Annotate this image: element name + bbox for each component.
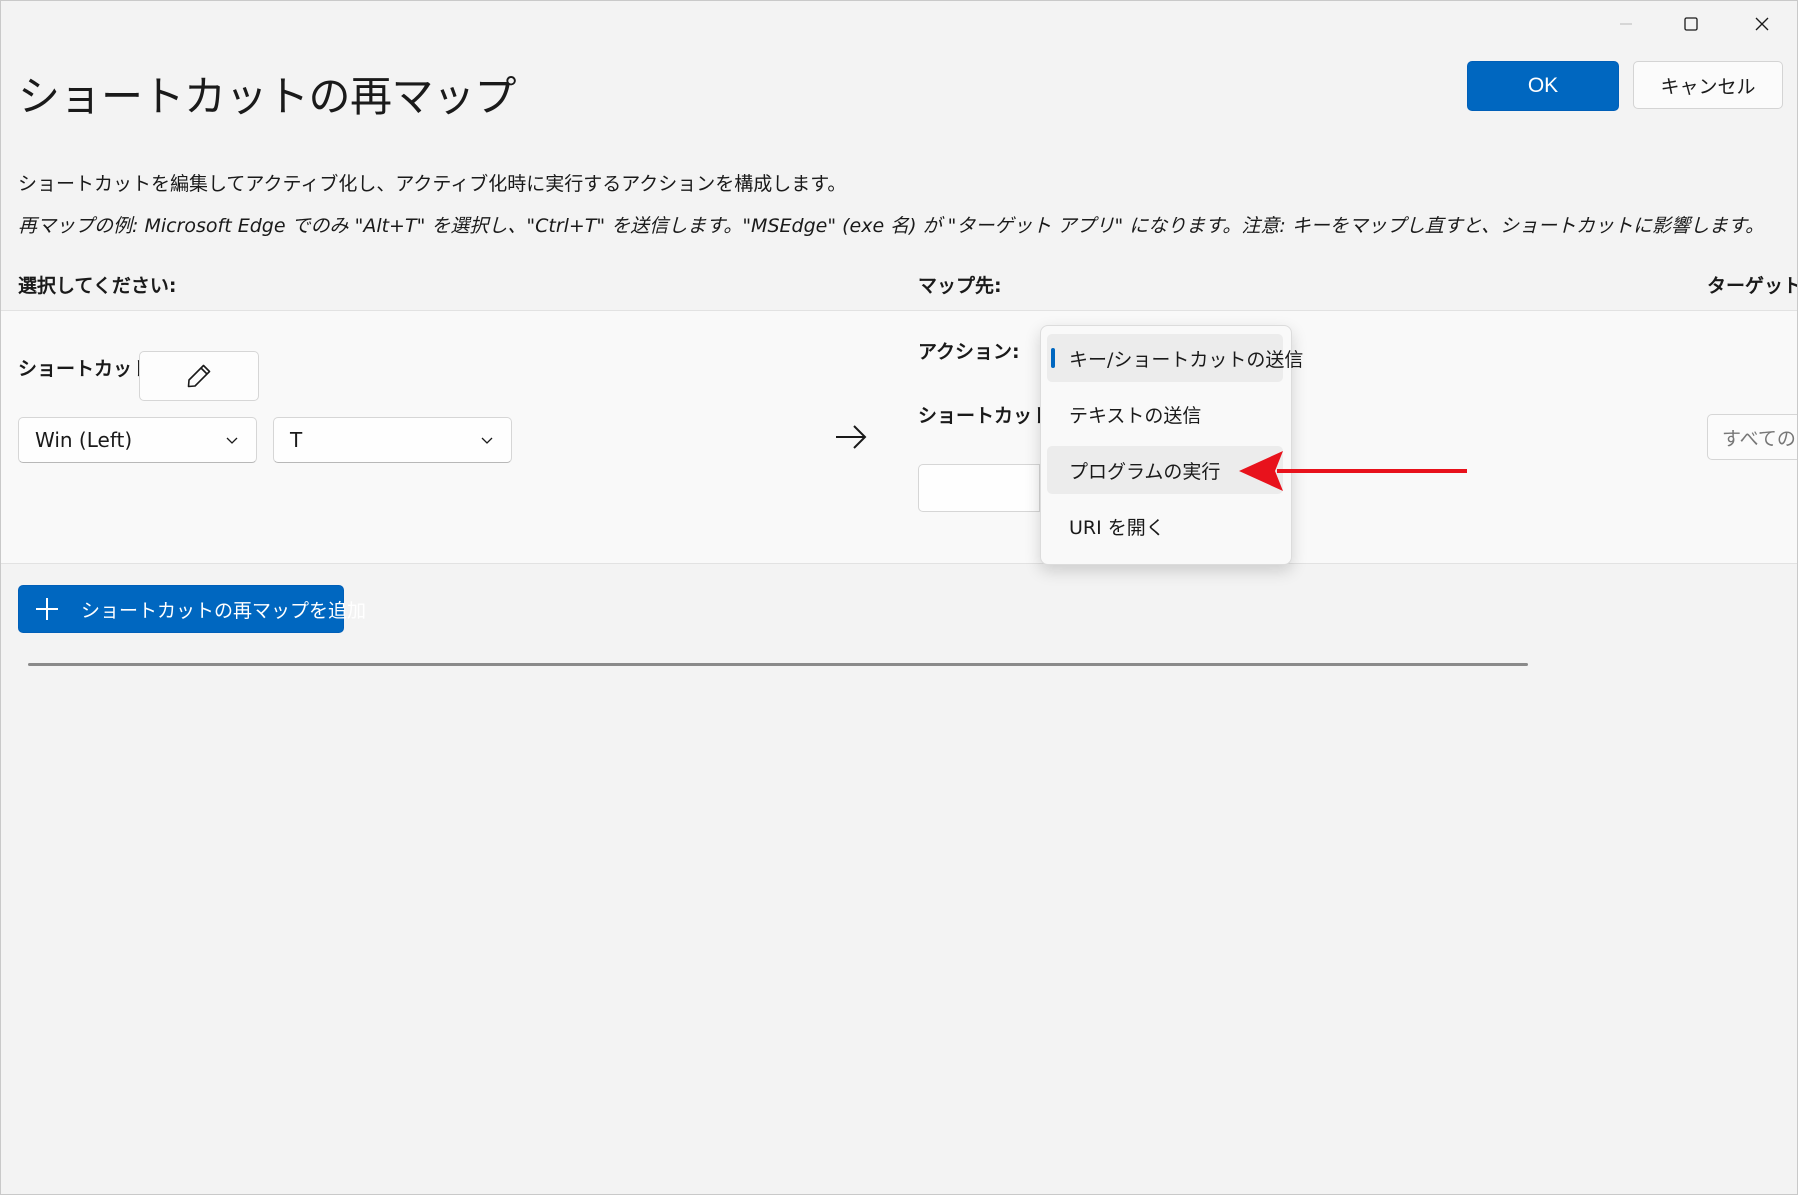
red-arrow-annotation [1239, 451, 1467, 491]
column-header-select: 選択してください: [18, 275, 177, 297]
key2-value: T [290, 428, 303, 452]
action-option-label: プログラムの実行 [1069, 460, 1221, 483]
action-option-label: キー/ショートカットの送信 [1069, 348, 1304, 371]
add-button-label: ショートカットの再マップを追加 [81, 599, 367, 622]
chevron-down-icon [226, 437, 238, 444]
arrow-right-icon [836, 425, 867, 449]
close-icon [1755, 17, 1769, 31]
column-header-map-to: マップ先: [918, 275, 1002, 297]
remap-shortcuts-window: ショートカットの再マップ OK キャンセル ショートカットを編集してアクティブ化… [0, 0, 1798, 1195]
column-header-target-app: ターゲット アプリ: [1707, 275, 1798, 297]
action-option-open-uri[interactable]: URI を開く [1047, 502, 1283, 550]
mapped-shortcut-input[interactable] [918, 464, 1040, 512]
action-option-send-key[interactable]: キー/ショートカットの送信 [1047, 334, 1303, 382]
map-shortcut-label: ショートカット: [918, 405, 1059, 427]
target-app-input[interactable]: すべてのアプリ [1707, 414, 1797, 460]
add-shortcut-remap-button[interactable]: ショートカットの再マップを追加 [18, 585, 366, 633]
key1-value: Win (Left) [35, 428, 133, 452]
ok-button[interactable]: OK [1467, 61, 1619, 111]
action-option-label: テキストの送信 [1069, 404, 1202, 427]
edit-shortcut-button[interactable] [139, 351, 259, 401]
minimize-icon [1620, 23, 1632, 25]
chevron-down-icon [481, 437, 493, 444]
maximize-icon [1684, 17, 1698, 31]
action-option-send-text[interactable]: テキストの送信 [1047, 390, 1283, 438]
action-dropdown-list: キー/ショートカットの送信 テキストの送信 プログラムの実行 URI を開く [1040, 325, 1303, 565]
shortcut-label: ショートカット: [18, 358, 159, 380]
description-text: ショートカットを編集してアクティブ化し、アクティブ化時に実行するアクションを構成… [18, 173, 847, 195]
maximize-button[interactable] [1656, 3, 1726, 45]
action-option-label: URI を開く [1069, 516, 1165, 539]
key2-combobox[interactable]: T [273, 417, 512, 463]
cancel-button[interactable]: キャンセル [1633, 61, 1783, 109]
remap-row [1, 311, 1797, 564]
action-label: アクション: [918, 341, 1020, 363]
page-title: ショートカットの再マップ [18, 72, 517, 121]
minimize-button[interactable] [1591, 3, 1661, 45]
horizontal-scrollbar[interactable] [28, 663, 1528, 666]
plus-icon [36, 598, 58, 620]
pencil-icon [187, 364, 211, 388]
example-text: 再マップの例: Microsoft Edge でのみ "Alt+T" を選択し、… [18, 215, 1765, 237]
close-button[interactable] [1727, 3, 1797, 45]
key1-combobox[interactable]: Win (Left) [18, 417, 257, 463]
selection-indicator [1051, 348, 1055, 368]
